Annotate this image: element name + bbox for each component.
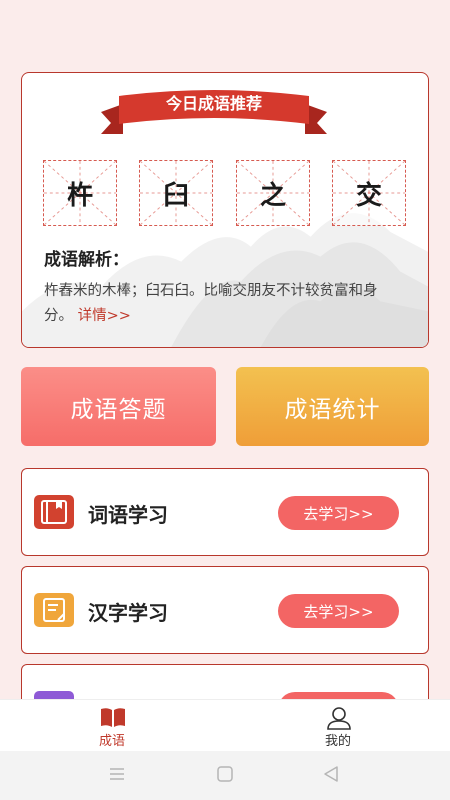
idiom-characters: 杵 臼 之 交 <box>0 160 450 226</box>
idiom-quiz-button[interactable]: 成语答题 <box>21 367 216 446</box>
system-nav-bar <box>0 751 450 800</box>
idiom-char-cell: 之 <box>236 160 310 226</box>
analysis-title: 成语解析： <box>44 250 129 270</box>
idiom-char: 之 <box>259 180 286 211</box>
app-screen: 今日成语推荐 杵 臼 之 交 成语解析： 杵舂米的木棒；臼石臼。比喻交朋友不计较… <box>0 0 450 800</box>
analysis-text-block: 杵舂米的木棒；臼石臼。比喻交朋友不计较贫富和身分。 详情>> <box>44 279 400 329</box>
go-study-words-button[interactable]: 去学习>> <box>278 496 399 530</box>
tab-mine-label: 我的 <box>324 734 351 749</box>
open-book-icon <box>101 708 125 727</box>
home-square-icon[interactable] <box>216 765 234 783</box>
document-edit-icon <box>34 593 74 627</box>
study-label-words: 词语学习 <box>88 503 168 527</box>
idiom-char: 杵 <box>66 180 93 211</box>
tab-mine[interactable]: 我的 <box>278 700 398 752</box>
user-icon <box>327 707 351 730</box>
tab-idiom-label: 成语 <box>98 734 125 749</box>
idiom-char-cell: 交 <box>332 160 406 226</box>
recommend-banner: 今日成语推荐 <box>101 90 327 138</box>
study-label-characters: 汉字学习 <box>88 601 168 625</box>
idiom-char: 臼 <box>162 180 189 211</box>
back-triangle-icon[interactable] <box>322 765 340 783</box>
tab-idiom[interactable]: 成语 <box>52 700 172 752</box>
study-row-characters[interactable]: 汉字学习 去学习>> <box>21 566 429 654</box>
study-row-words[interactable]: 词语学习 去学习>> <box>21 468 429 556</box>
idiom-stats-button[interactable]: 成语统计 <box>236 367 429 446</box>
idiom-char: 交 <box>355 180 382 211</box>
idiom-char-cell: 臼 <box>139 160 213 226</box>
idiom-char-cell: 杵 <box>43 160 117 226</box>
banner-title: 今日成语推荐 <box>165 94 262 113</box>
detail-link[interactable]: 详情>> <box>78 308 131 324</box>
bottom-tab-bar: 成语 我的 <box>0 699 450 751</box>
go-study-characters-button[interactable]: 去学习>> <box>278 594 399 628</box>
book-icon <box>34 495 74 529</box>
menu-icon[interactable] <box>108 765 126 783</box>
